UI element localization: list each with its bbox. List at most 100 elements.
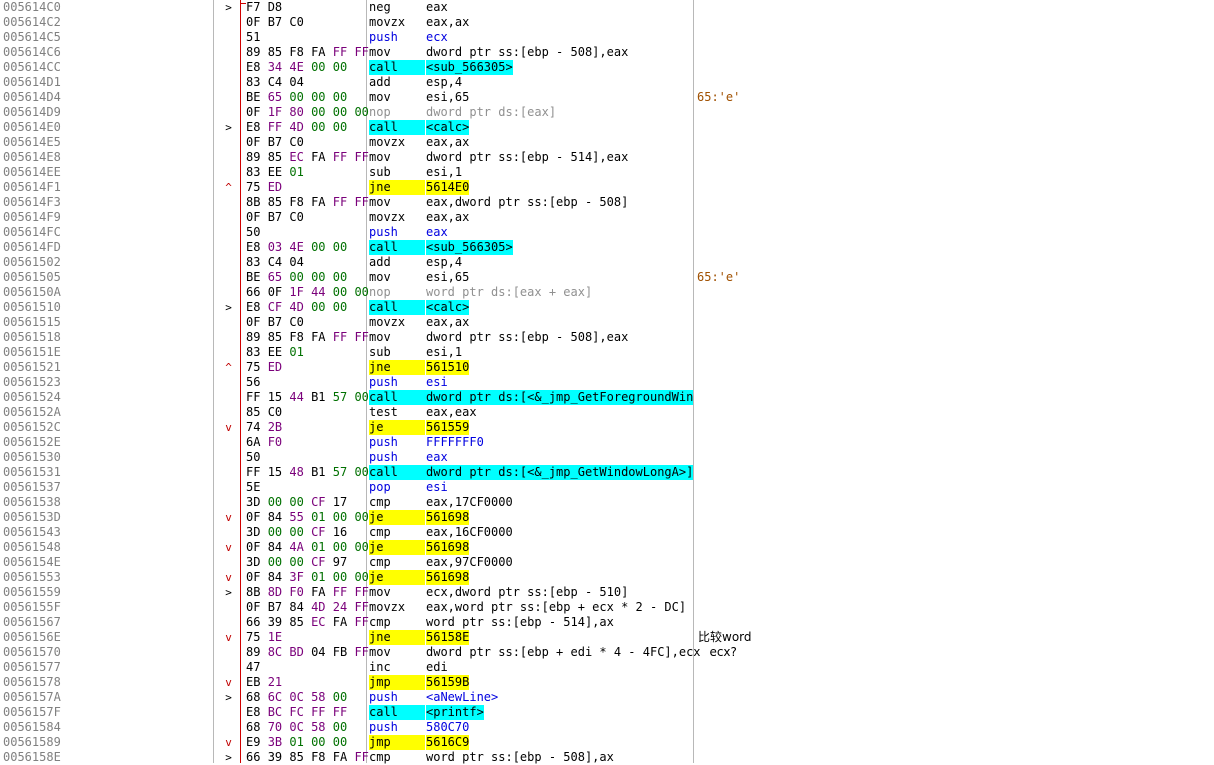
instruction-row[interactable]: 005614C2 0F B7 C0 movzx eax,ax (0, 15, 1214, 30)
operand-cell: eax,word ptr ss:[ebp + ecx * 2 - DC] (426, 600, 687, 614)
address-cell: 00561538 (3, 495, 61, 509)
operand-cell: <calc> (426, 120, 470, 135)
instruction-row[interactable]: 005614D1 83 C4 04 add esp,4 (0, 75, 1214, 90)
instruction-row[interactable]: 005614E8 89 85 EC FA FF FF mov dword ptr ss… (0, 150, 1214, 165)
instruction-row[interactable]: 0056152A 85 C0 test eax,eax (0, 405, 1214, 420)
instruction-row[interactable]: 00561559 >8B 8D F0 FA FF FF mov ecx,dword p… (0, 585, 1214, 600)
bytes-cell: 89 8C BD 04 FB FF (246, 645, 369, 659)
instruction-row[interactable]: 0056150A 66 0F 1F 44 00 00 nop word ptr ds:… (0, 285, 1214, 300)
mnemonic-cell: mov (369, 90, 391, 104)
instruction-row[interactable]: 005614F1 ^ 75 ED jne 5614E0 (0, 180, 1214, 195)
instruction-row[interactable]: 00561521 ^ 75 ED jne 561510 (0, 360, 1214, 375)
address-cell: 005614E8 (3, 150, 61, 164)
instruction-row[interactable]: 00561578 v EB 21 jmp 56159B (0, 675, 1214, 690)
mnemonic-cell: mov (369, 330, 391, 344)
address-cell: 005614D1 (3, 75, 61, 89)
instruction-row[interactable]: 005614EE 83 EE 01 sub esi,1 (0, 165, 1214, 180)
instruction-row[interactable]: 0056152E 6A F0 push FFFFFFF0 (0, 435, 1214, 450)
instruction-row[interactable]: 005614F9 0F B7 C0 movzx eax,ax (0, 210, 1214, 225)
instruction-row[interactable]: 005614D4 BE 65 00 00 00 mov esi,65 65:'e' (0, 90, 1214, 105)
call-highlight: call dword ptr ds:[<&_jmp_GetForegroundWi… (369, 390, 693, 405)
bytes-cell: 0F B7 C0 (246, 15, 304, 29)
instruction-row[interactable]: 005614FD E8 03 4E 00 00 call <sub_566305> (0, 240, 1214, 255)
disassembly-pane[interactable]: 005614C0 > F7 D8 neg eax 005614C2 0F B7 C0 movz… (0, 0, 1214, 764)
instruction-row[interactable]: 00561518 89 85 F8 FA FF FF mov dword ptr ss… (0, 330, 1214, 345)
instruction-row[interactable]: 00561515 0F B7 C0 movzx eax,ax (0, 315, 1214, 330)
instruction-row[interactable]: 00561543 3D 00 00 CF 16 cmp eax,16CF0000 (0, 525, 1214, 540)
instruction-row[interactable]: 00561538 3D 00 00 CF 17 cmp eax,17CF0000 (0, 495, 1214, 510)
instruction-row[interactable]: 00561510 > E8 CF 4D 00 00 call <calc> (0, 300, 1214, 315)
instruction-row[interactable]: 00561502 83 C4 04 add esp,4 (0, 255, 1214, 270)
instruction-row[interactable]: 00561548 v 0F 84 4A 01 00 00 je 561698 (0, 540, 1214, 555)
instruction-row[interactable]: 00561570 89 8C BD 04 FB FF mov dword ptr ss… (0, 645, 1214, 660)
instruction-row[interactable]: 00561505 BE 65 00 00 00 mov esi,65 65:'e' (0, 270, 1214, 285)
instruction-row[interactable]: 00561523 56 push esi (0, 375, 1214, 390)
address-cell: 0056153D (3, 510, 61, 524)
bytes-cell: 0F B7 C0 (246, 135, 304, 149)
address-cell: 00561510 (3, 300, 61, 314)
branch-arrow-icon: > (225, 121, 232, 134)
mnemonic-cell: movzx (369, 135, 406, 149)
instruction-row[interactable]: 00561567 66 39 85 EC FA FF cmp word ptr ss:… (0, 615, 1214, 630)
instruction-row[interactable]: 005614E0 > E8 FF 4D 00 00 call <calc> (0, 120, 1214, 135)
instruction-row[interactable]: 00561577 47 inc edi (0, 660, 1214, 675)
bytes-cell: 75 ED (246, 360, 283, 374)
bytes-cell: E8 BC FC FF FF (246, 705, 348, 719)
operand-cell: 580C70 (426, 720, 470, 734)
instruction-row[interactable]: 0056156E v 75 1E jne 56158E 比较word (0, 630, 1214, 645)
instruction-row[interactable]: 0056153D v 0F 84 55 01 00 00 je 561698 (0, 510, 1214, 525)
operand-cell: dword ptr ss:[ebp + edi * 4 - 4FC],ecx (426, 645, 701, 659)
mnemonic-cell: jmp (369, 735, 425, 750)
address-cell: 0056157A (3, 690, 61, 704)
operand-cell: <printf> (426, 705, 484, 720)
mnemonic-cell: nop (369, 105, 391, 119)
address-cell: 00561518 (3, 330, 61, 344)
instruction-row[interactable]: 0056155F 0F B7 84 4D 24 FF movzx eax,word p… (0, 600, 1214, 615)
instruction-row[interactable]: 005614C5 51 push ecx (0, 30, 1214, 45)
operand-cell: <calc> (426, 300, 470, 315)
instruction-row[interactable]: 00561531 FF 15 48 B1 57 00 call dword ptr d… (0, 465, 1214, 480)
mnemonic-cell: jmp (369, 675, 425, 690)
operand-cell: eax,17CF0000 (426, 495, 513, 509)
bytes-cell: 74 2B (246, 420, 283, 434)
instruction-row[interactable]: 0056157A >68 6C 0C 58 00 push <aNewLine> (0, 690, 1214, 705)
mnemonic-cell: mov (369, 645, 391, 659)
instruction-row[interactable]: 00561584 68 70 0C 58 00 push 580C70 (0, 720, 1214, 735)
operand-cell: esp,4 (426, 255, 463, 269)
address-cell: 00561553 (3, 570, 61, 584)
mnemonic-cell: mov (369, 585, 391, 599)
address-cell: 005614C5 (3, 30, 61, 44)
comment-cell: 65:'e' (697, 270, 741, 284)
instruction-row[interactable]: 005614FC 50 push eax (0, 225, 1214, 240)
branch-arrow-icon: v (225, 676, 232, 689)
instruction-row[interactable]: 00561589 v E9 3B 01 00 00 jmp 5616C9 (0, 735, 1214, 750)
operand-cell: FFFFFFF0 (426, 435, 484, 449)
operand-cell: 5616C9 (426, 735, 470, 750)
instruction-row[interactable]: 005614C6 89 85 F8 FA FF FF mov dword ptr ss… (0, 45, 1214, 60)
address-cell: 0056152E (3, 435, 61, 449)
instruction-row[interactable]: 005614F3 8B 85 F8 FA FF FF mov eax,dword pt… (0, 195, 1214, 210)
operand-cell: eax,ax (426, 15, 470, 29)
bytes-cell: 89 85 EC FA FF FF (246, 150, 369, 164)
bytes-cell: 89 85 F8 FA FF FF (246, 330, 369, 344)
address-cell: 00561521 (3, 360, 61, 374)
instruction-row[interactable]: 0056154E 3D 00 00 CF 97 cmp eax,97CF0000 (0, 555, 1214, 570)
operand-cell: 561698 (426, 540, 470, 555)
instruction-row[interactable]: 00561524 FF 15 44 B1 57 00 call dword ptr d… (0, 390, 1214, 405)
bytes-cell: 0F 84 4A 01 00 00 (246, 540, 369, 554)
mnemonic-cell: push (369, 690, 398, 704)
instruction-row[interactable]: 0056151E 83 EE 01 sub esi,1 (0, 345, 1214, 360)
instruction-row[interactable]: 0056152C v 74 2B je 561559 (0, 420, 1214, 435)
instruction-row[interactable]: 005614CC E8 34 4E 00 00 call <sub_566305> (0, 60, 1214, 75)
instruction-row[interactable]: 005614C0 > F7 D8 neg eax (0, 0, 1214, 15)
instruction-row[interactable]: 005614D9 0F 1F 80 00 00 00 nop dword ptr ds… (0, 105, 1214, 120)
instruction-row[interactable]: 0056157F E8 BC FC FF FF call <printf> (0, 705, 1214, 720)
address-cell: 005614FC (3, 225, 61, 239)
instruction-row[interactable]: 00561530 50 push eax (0, 450, 1214, 465)
mnemonic-cell: cmp (369, 555, 391, 569)
instruction-row[interactable]: 00561553 v 0F 84 3F 01 00 00 je 561698 (0, 570, 1214, 585)
operand-cell: eax,16CF0000 (426, 525, 513, 539)
address-cell: 0056150A (3, 285, 61, 299)
instruction-row[interactable]: 005614E5 0F B7 C0 movzx eax,ax (0, 135, 1214, 150)
instruction-row[interactable]: 00561537 5E pop esi (0, 480, 1214, 495)
